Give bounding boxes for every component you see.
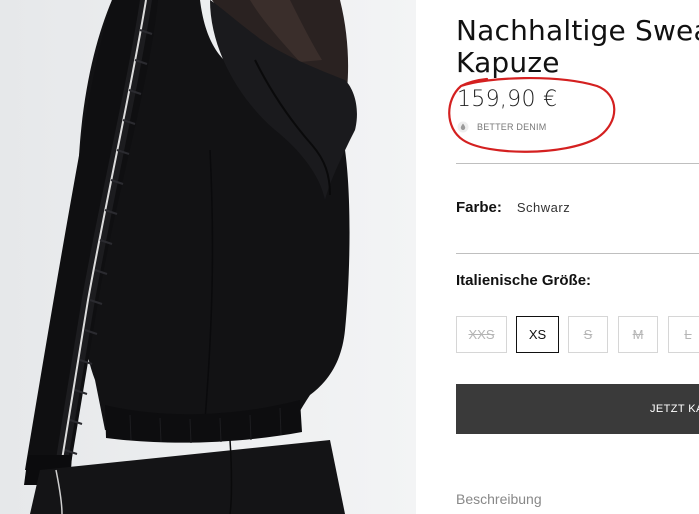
product-title-line-2: Kapuze: [456, 46, 560, 79]
size-option-xxs[interactable]: XXS: [456, 316, 507, 353]
size-option-m[interactable]: M: [618, 316, 658, 353]
size-option-l[interactable]: L: [668, 316, 699, 353]
color-label: Farbe:: [456, 199, 502, 216]
sustainability-badge: BETTER DENIM: [457, 120, 546, 134]
product-title: Nachhaltige Sweat Kapuze: [456, 15, 699, 79]
divider: [456, 253, 699, 254]
divider: [456, 163, 699, 164]
product-image[interactable]: [0, 0, 416, 514]
badge-label: BETTER DENIM: [477, 122, 547, 132]
size-label: Italienische Größe:: [456, 272, 592, 289]
size-option-xs[interactable]: XS: [516, 316, 559, 353]
drop-icon: [457, 121, 469, 133]
color-value: Schwarz: [516, 200, 571, 215]
buy-now-button[interactable]: JETZT KA: [456, 384, 699, 434]
description-tab[interactable]: Beschreibung: [456, 491, 542, 507]
product-title-line-1: Nachhaltige Sweat: [456, 14, 699, 47]
color-row: Farbe: Schwarz: [456, 199, 570, 216]
product-price: 159,90 €: [457, 87, 558, 112]
size-option-s[interactable]: S: [568, 316, 608, 353]
